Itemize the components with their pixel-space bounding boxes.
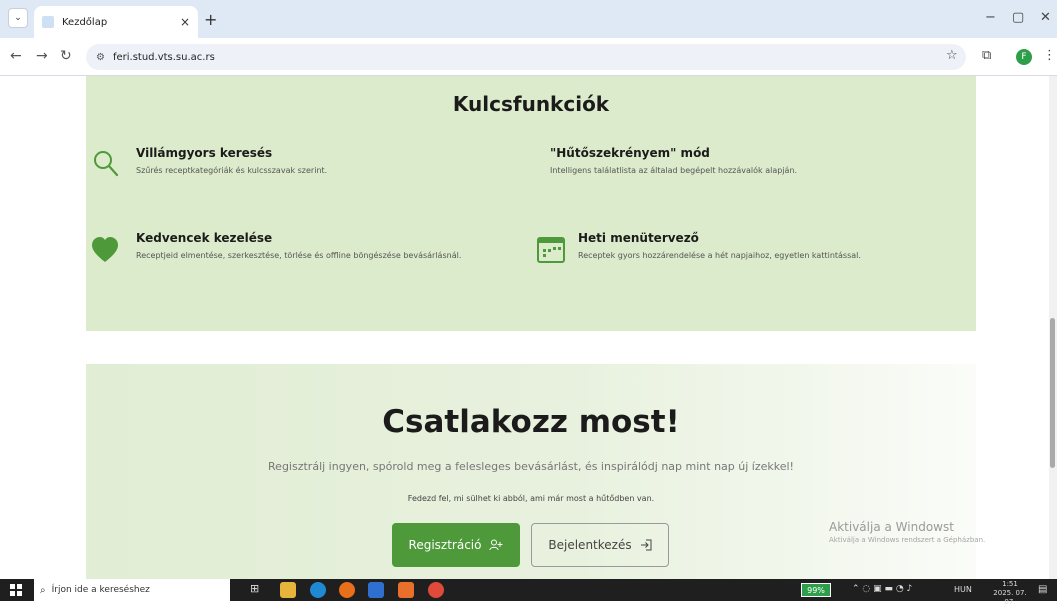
site-settings-icon[interactable]: ⚙ [96,52,105,63]
login-button[interactable]: Bejelentkezés [531,523,669,567]
clock-date: 2025. 07. 07. [993,589,1027,606]
page-viewport: Kulcsfunkciók Villámgyors keresés Szűrés… [0,76,1057,579]
activation-subtitle: Aktiválja a Windows rendszert a Gépházba… [829,536,986,544]
login-icon [640,539,652,551]
task-view-icon[interactable]: ⊞ [250,582,259,595]
register-button-label: Regisztráció [408,538,482,552]
add-user-icon [489,539,503,551]
activation-title: Aktiválja a Windowst [829,520,954,534]
url-text: feri.stud.vts.su.ac.rs [112,51,215,63]
features-title: Kulcsfunkciók [452,92,610,116]
tab-close-button[interactable]: × [180,15,190,29]
taskbar-app-icon[interactable] [428,582,444,598]
battery-indicator[interactable]: 99% [801,583,831,597]
feature-description: Receptjeid elmentése, szerkesztése, törl… [136,251,462,260]
taskbar-search-input[interactable]: ⌕ Írjon ide a kereséshez [34,579,230,601]
calendar-icon [537,237,565,263]
new-tab-button[interactable]: + [204,10,217,29]
feature-description: Receptek gyors hozzárendelése a hét napj… [578,251,861,260]
xampp-icon[interactable] [398,582,414,598]
minimize-button[interactable]: − [985,10,996,25]
reload-icon[interactable]: ↻ [60,48,72,64]
bookmark-star-icon[interactable]: ☆ [946,48,958,63]
feature-description: Szűrés receptkategóriák és kulcsszavak s… [136,166,328,175]
browser-address-bar: ← → ↻ ⚙ feri.stud.vts.su.ac.rs ☆ ⧉ F ⋮ [0,38,1057,76]
extensions-icon[interactable]: ⧉ [982,48,991,63]
tab-favicon-icon [42,16,54,28]
heart-icon [92,237,118,262]
taskbar-search-placeholder: Írjon ide a kereséshez [51,585,150,595]
taskbar-app-icon[interactable] [368,582,384,598]
search-icon: ⌕ [40,584,46,596]
browser-menu-icon[interactable]: ⋮ [1043,48,1056,63]
feature-title: Kedvencek kezelése [136,231,273,245]
login-button-label: Bejelentkezés [548,538,632,552]
tab-search-button[interactable]: ⌄ [8,8,28,28]
page-scrollbar-thumb[interactable] [1050,318,1055,468]
feature-title: Villámgyors keresés [136,146,273,160]
profile-avatar[interactable]: F [1016,49,1032,65]
language-indicator[interactable]: HUN [954,585,972,594]
forward-arrow-icon[interactable]: → [36,48,48,64]
url-field[interactable]: ⚙ feri.stud.vts.su.ac.rs [86,44,966,70]
chrome-icon[interactable] [339,582,355,598]
feature-title: "Hűtőszekrényem" mód [550,146,710,160]
back-arrow-icon[interactable]: ← [10,48,22,64]
browser-tab[interactable]: Kezdőlap × [34,6,198,38]
edge-icon[interactable] [310,582,326,598]
search-icon [94,151,119,177]
file-explorer-icon[interactable] [280,582,296,598]
system-tray-icons[interactable]: ⌃ ◌ ▣ ▬ ◔ ♪ [852,584,912,594]
notification-icon[interactable]: ▤ [1038,584,1047,595]
windows-activation-watermark: Aktiválja a Windowst Aktiválja a Windows… [829,520,985,544]
clock-time: 1:51 [1002,580,1018,588]
features-section: Kulcsfunkciók Villámgyors keresés Szűrés… [86,76,976,331]
browser-tab-bar: ⌄ Kezdőlap × + − ▢ ✕ [0,0,1057,38]
cta-title: Csatlakozz most! [382,404,680,440]
cta-section: Csatlakozz most! Regisztrálj ingyen, spó… [86,364,976,579]
tab-title: Kezdőlap [62,16,108,28]
maximize-button[interactable]: ▢ [1012,10,1024,25]
windows-start-icon[interactable] [10,584,22,596]
close-window-button[interactable]: ✕ [1040,10,1051,25]
windows-taskbar: ⌕ Írjon ide a kereséshez ⊞ 99% ⌃ ◌ ▣ ▬ ◔… [0,579,1057,606]
feature-title: Heti menütervező [578,231,699,245]
feature-description: Intelligens találatlista az általad begé… [550,166,798,175]
taskbar-clock[interactable]: 1:51 2025. 07. 07. [988,580,1032,607]
register-button[interactable]: Regisztráció [392,523,520,567]
cta-note: Fedezd fel, mi sülhet ki abból, ami már … [407,494,655,503]
cta-subtitle: Regisztrálj ingyen, spórold meg a felesl… [268,460,794,473]
